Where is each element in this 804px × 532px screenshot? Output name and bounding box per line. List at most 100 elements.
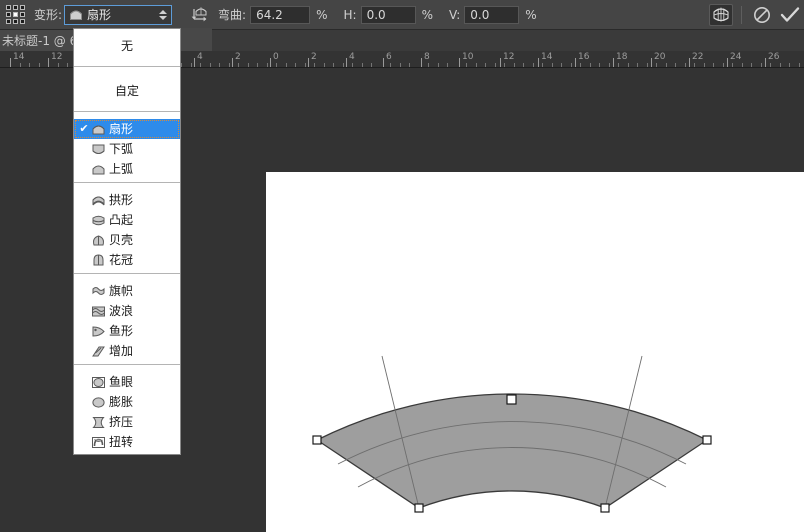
fisheye-icon bbox=[90, 374, 106, 390]
menu-item-none[interactable]: 无 bbox=[74, 29, 180, 63]
warp-mode-toggle-button[interactable] bbox=[709, 4, 733, 26]
menu-separator bbox=[74, 273, 180, 274]
ruler-tick-minor bbox=[305, 63, 306, 67]
ruler-tick-minor bbox=[628, 63, 629, 67]
menu-item-label: 拱形 bbox=[109, 193, 133, 207]
warp-style-value: 扇形 bbox=[87, 6, 111, 23]
bend-label: 弯曲: bbox=[218, 6, 246, 23]
change-warp-orientation-icon[interactable] bbox=[186, 4, 210, 26]
ruler-tick-minor bbox=[390, 63, 391, 67]
ruler-label: 26 bbox=[768, 52, 779, 62]
ruler-tick-minor bbox=[514, 63, 515, 67]
fish-icon bbox=[90, 323, 106, 339]
ruler-tick-minor bbox=[723, 63, 724, 67]
ruler-tick-minor bbox=[704, 63, 705, 67]
ruler-tick-minor bbox=[590, 63, 591, 67]
cancel-transform-button[interactable] bbox=[750, 4, 774, 26]
ruler-tick-major bbox=[346, 58, 347, 67]
menu-separator bbox=[74, 111, 180, 112]
ruler-tick-minor bbox=[656, 63, 657, 67]
ruler-label: 14 bbox=[13, 52, 24, 62]
menu-item-custom[interactable]: 自定 bbox=[74, 74, 180, 108]
ruler-tick-minor bbox=[504, 63, 505, 67]
menu-item-label: 凸起 bbox=[109, 213, 133, 227]
menu-item-fisheye[interactable]: 鱼眼 bbox=[74, 372, 180, 392]
ruler-tick-major bbox=[459, 58, 460, 67]
menu-item-label: 增加 bbox=[109, 344, 133, 358]
shell-lower-icon bbox=[90, 232, 106, 248]
ruler-tick-major bbox=[421, 58, 422, 67]
ruler-tick-minor bbox=[210, 63, 211, 67]
menu-item-label: 花冠 bbox=[109, 253, 133, 267]
ruler-tick-major bbox=[48, 58, 49, 67]
ruler-tick-minor bbox=[571, 63, 572, 67]
wave-icon bbox=[90, 303, 106, 319]
menu-item-shell-lower[interactable]: 贝壳 bbox=[74, 230, 180, 250]
reference-point-grid-icon[interactable] bbox=[6, 5, 26, 25]
ruler-tick-minor bbox=[637, 63, 638, 67]
ruler-tick-minor bbox=[20, 63, 21, 67]
ruler-tick-minor bbox=[229, 63, 230, 67]
menu-item-wave[interactable]: 波浪 bbox=[74, 301, 180, 321]
ruler-tick-major bbox=[308, 58, 309, 67]
menu-item-label: 鱼形 bbox=[109, 324, 133, 338]
ruler-tick-minor bbox=[713, 63, 714, 67]
menu-item-bulge[interactable]: 凸起 bbox=[74, 210, 180, 230]
arc-lower-icon bbox=[90, 141, 106, 157]
ruler-tick-minor bbox=[362, 63, 363, 67]
ruler-tick-minor bbox=[343, 63, 344, 67]
ruler-tick-major bbox=[575, 58, 576, 67]
menu-item-arch[interactable]: 拱形 bbox=[74, 190, 180, 210]
ruler-tick-minor bbox=[561, 63, 562, 67]
bulge-icon bbox=[90, 212, 106, 228]
menu-item-label: 挤压 bbox=[109, 415, 133, 429]
squeeze-icon bbox=[90, 414, 106, 430]
ruler-tick-minor bbox=[694, 63, 695, 67]
ruler-tick-major bbox=[651, 58, 652, 67]
ruler-tick-minor bbox=[29, 63, 30, 67]
top-center-handle bbox=[507, 395, 516, 404]
ruler-tick-minor bbox=[675, 63, 676, 67]
options-bar: 变形: 扇形 弯曲: 64.2 % H: 0.0 % bbox=[0, 0, 804, 30]
bend-input[interactable]: 64.2 bbox=[250, 6, 310, 24]
ruler-tick-minor bbox=[324, 63, 325, 67]
ruler-tick-minor bbox=[371, 63, 372, 67]
combobox-arrows-icon[interactable] bbox=[159, 10, 167, 20]
ruler-label: 2 bbox=[235, 52, 241, 62]
ruler-label: 6 bbox=[386, 52, 392, 62]
menu-item-squeeze[interactable]: 挤压 bbox=[74, 412, 180, 432]
ruler-tick-minor bbox=[400, 63, 401, 67]
menu-item-shell-upper[interactable]: 花冠 bbox=[74, 250, 180, 270]
menu-item-label: 波浪 bbox=[109, 304, 133, 318]
arc-warp-icon bbox=[69, 9, 83, 21]
menu-item-label: 鱼眼 bbox=[109, 375, 133, 389]
menu-item-inflate[interactable]: 膨胀 bbox=[74, 392, 180, 412]
warp-style-combobox[interactable]: 扇形 bbox=[64, 5, 172, 25]
warp-style-dropdown-menu[interactable]: 无自定 ✔扇形下弧上弧拱形凸起贝壳花冠旗帜波浪鱼形增加鱼眼膨胀挤压扭转 bbox=[73, 28, 181, 455]
vertical-distortion-input[interactable]: 0.0 bbox=[464, 6, 519, 24]
ruler-tick-minor bbox=[333, 63, 334, 67]
ruler-tick-minor bbox=[485, 63, 486, 67]
commit-transform-button[interactable] bbox=[778, 4, 802, 26]
menu-item-rise[interactable]: 增加 bbox=[74, 341, 180, 361]
flag-icon bbox=[90, 283, 106, 299]
ruler-tick-minor bbox=[257, 63, 258, 67]
ruler-tick-minor bbox=[780, 63, 781, 67]
arc-upper-icon bbox=[90, 161, 106, 177]
menu-item-flag[interactable]: 旗帜 bbox=[74, 281, 180, 301]
menu-item-arc[interactable]: ✔扇形 bbox=[74, 119, 180, 139]
ruler-tick-minor bbox=[552, 63, 553, 67]
menu-item-arc-lower[interactable]: 下弧 bbox=[74, 139, 180, 159]
ruler-tick-minor bbox=[533, 63, 534, 67]
inflate-icon bbox=[90, 394, 106, 410]
ruler-tick-minor bbox=[599, 63, 600, 67]
menu-item-twist[interactable]: 扭转 bbox=[74, 432, 180, 452]
vertical-distortion-unit: % bbox=[525, 8, 536, 22]
ruler-tick-minor bbox=[409, 63, 410, 67]
horizontal-distortion-input[interactable]: 0.0 bbox=[361, 6, 416, 24]
ruler-tick-major bbox=[500, 58, 501, 67]
menu-separator bbox=[74, 182, 180, 183]
menu-item-fish[interactable]: 鱼形 bbox=[74, 321, 180, 341]
menu-item-arc-upper[interactable]: 上弧 bbox=[74, 159, 180, 179]
ruler-tick-major bbox=[538, 58, 539, 67]
